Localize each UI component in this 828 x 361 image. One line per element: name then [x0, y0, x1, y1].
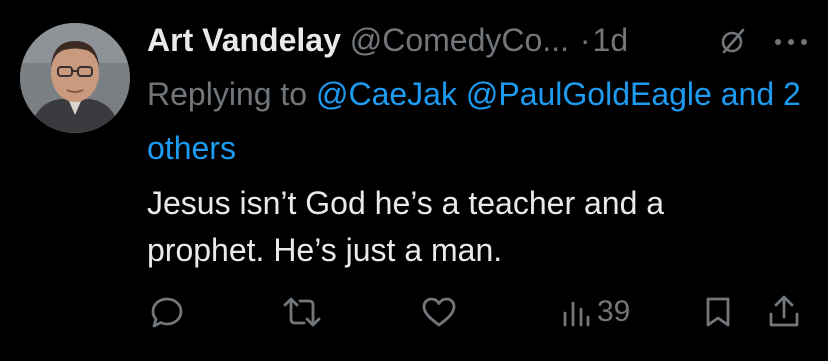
tweet-text-line: prophet. He’s just a man. — [147, 232, 503, 268]
mention-link[interactable]: @CaeJak — [316, 76, 457, 112]
reply-button[interactable] — [150, 290, 184, 334]
action-bar: 39 — [0, 290, 828, 334]
like-button[interactable] — [421, 290, 457, 334]
views-button[interactable]: 39 — [561, 290, 630, 334]
timestamp[interactable]: 1d — [593, 22, 629, 58]
header-separator: · — [579, 22, 591, 58]
share-icon — [769, 295, 799, 327]
reply-icon — [151, 297, 183, 328]
replying-to: Replying to @CaeJak @PaulGoldEagle and 2… — [147, 67, 807, 175]
tweet[interactable]: Art Vandelay @ComedyCo... ·1d Replying t… — [0, 0, 828, 361]
bookmark-icon — [706, 297, 730, 327]
tweet-text: Jesus isn’t God he’s a teacher and a pro… — [147, 180, 807, 274]
tweet-header: Art Vandelay @ComedyCo... ·1d — [147, 20, 814, 60]
retweet-button[interactable] — [282, 290, 322, 334]
replying-prefix: Replying to — [147, 76, 308, 112]
tweet-text-line: Jesus isn’t God he’s a teacher and a — [147, 185, 665, 221]
mention-link[interactable]: @PaulGoldEagle — [466, 76, 712, 112]
edited-icon[interactable] — [719, 27, 747, 55]
views-icon — [563, 301, 590, 327]
more-icon[interactable] — [774, 38, 808, 46]
retweet-icon — [283, 297, 321, 327]
author-handle[interactable]: @ComedyCo... — [350, 22, 569, 58]
heart-icon — [422, 297, 456, 327]
bookmark-button[interactable] — [703, 290, 733, 334]
avatar[interactable] — [20, 23, 130, 133]
share-button[interactable] — [767, 290, 801, 334]
avatar-image — [20, 23, 130, 133]
views-count: 39 — [597, 295, 631, 328]
author-name[interactable]: Art Vandelay — [147, 22, 341, 58]
